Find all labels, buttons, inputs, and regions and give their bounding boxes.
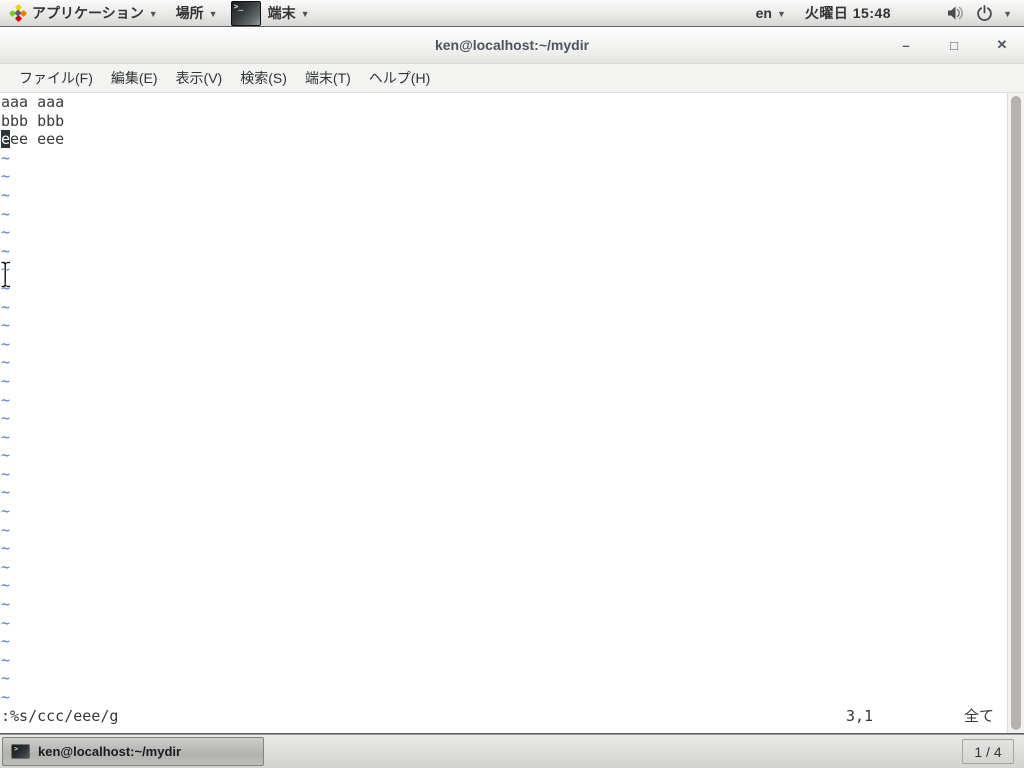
vim-tilde-line: ~: [1, 223, 11, 242]
menu-view[interactable]: 表示(V): [167, 65, 232, 91]
active-app-menu[interactable]: 端末 ▼: [227, 0, 319, 26]
minimize-button[interactable]: –: [892, 33, 920, 57]
buffer-line: aaa aaa: [1, 93, 65, 111]
vim-tilde-line: ~: [1, 353, 11, 372]
taskbar-window-label: ken@localhost:~/mydir: [38, 744, 182, 759]
terminal-menubar: ファイル(F) 編集(E) 表示(V) 検索(S) 端末(T) ヘルプ(H): [0, 64, 1024, 93]
scrollbar[interactable]: [1007, 93, 1024, 733]
menu-help[interactable]: ヘルプ(H): [360, 65, 439, 91]
volume-icon: [948, 6, 963, 20]
desktop-top-panel: アプリケーション ▼ 場所 ▼ 端末 ▼ en ▼ 火曜日 15:48 ▼: [0, 0, 1024, 27]
vim-tilde-line: ~: [1, 371, 11, 390]
chevron-down-icon: ▼: [776, 9, 786, 19]
vim-ruler: 3,1: [846, 707, 874, 726]
chevron-down-icon: ▼: [208, 9, 218, 19]
buffer-line-rest: ee eee: [10, 130, 65, 149]
vim-command-line: :%s/ccc/eee/g: [1, 707, 119, 726]
vim-tilde-line: ~: [1, 278, 11, 297]
close-button[interactable]: ✕: [988, 33, 1016, 57]
vim-tilde-line: ~: [1, 483, 11, 502]
vim-tilde-line: ~: [1, 390, 11, 409]
applications-icon: [9, 4, 27, 22]
vim-empty-lines: ~ ~ ~ ~ ~ ~ ~ ~ ~ ~ ~ ~ ~ ~ ~ ~ ~ ~ ~ ~ ~ ~ ~ ~ ~ ~ ~ ~ ~ ~: [1, 149, 1024, 707]
menu-terminal[interactable]: 端末(T): [296, 65, 360, 91]
panel-right-area: en ▼ 火曜日 15:48 ▼: [747, 0, 1024, 26]
vim-tilde-line: ~: [1, 409, 11, 428]
window-controls: – □ ✕: [892, 27, 1016, 63]
scrollbar-thumb[interactable]: [1011, 96, 1021, 730]
vim-scroll-position: 全て: [964, 707, 995, 726]
vim-block-cursor: e: [1, 130, 11, 149]
vim-tilde-line: ~: [1, 520, 11, 539]
maximize-button[interactable]: □: [940, 33, 968, 57]
vim-tilde-line: ~: [1, 595, 11, 614]
system-status-area[interactable]: ▼: [901, 4, 1024, 22]
vim-tilde-line: ~: [1, 464, 11, 483]
vim-tilde-line: ~: [1, 241, 11, 260]
places-menu[interactable]: 場所 ▼: [167, 0, 227, 26]
menu-search[interactable]: 検索(S): [231, 65, 296, 91]
vim-tilde-line: ~: [1, 502, 11, 521]
applications-menu[interactable]: アプリケーション ▼: [0, 0, 167, 26]
vim-tilde-line: ~: [1, 185, 11, 204]
menu-file[interactable]: ファイル(F): [10, 65, 102, 91]
places-menu-label: 場所: [175, 5, 204, 21]
vim-tilde-line: ~: [1, 650, 11, 669]
menu-edit[interactable]: 編集(E): [102, 65, 167, 91]
vim-tilde-line: ~: [1, 316, 11, 335]
clock[interactable]: 火曜日 15:48: [795, 3, 901, 23]
power-icon: [977, 4, 992, 21]
terminal-app-icon: [230, 0, 261, 26]
vim-tilde-line: ~: [1, 632, 11, 651]
window-title: ken@localhost:~/mydir: [434, 37, 590, 53]
vim-tilde-line: ~: [1, 688, 11, 706]
vim-tilde-line: ~: [1, 148, 11, 167]
workspace-switcher[interactable]: 1 / 4: [962, 739, 1014, 764]
chevron-down-icon: ▼: [148, 9, 158, 19]
applications-menu-label: アプリケーション: [32, 5, 144, 21]
terminal-window: ken@localhost:~/mydir – □ ✕ ファイル(F) 編集(E…: [0, 27, 1024, 734]
terminal-window-icon: [11, 744, 30, 759]
active-app-menu-label: 端末: [267, 5, 296, 21]
taskbar-window-button[interactable]: ken@localhost:~/mydir: [2, 737, 264, 766]
vim-tilde-line: ~: [1, 297, 11, 316]
vim-tilde-line: ~: [1, 260, 11, 279]
vim-tilde-line: ~: [1, 334, 11, 353]
buffer-line: bbb bbb: [1, 111, 65, 130]
chevron-down-icon: ▼: [1003, 9, 1012, 19]
vim-tilde-line: ~: [1, 613, 11, 632]
chevron-down-icon: ▼: [300, 9, 310, 19]
vim-editor-area[interactable]: aaa aaa bbb bbb eee eee ~ ~ ~ ~ ~ ~ ~ ~ ~ ~ ~ ~ ~ ~ ~ ~…: [0, 93, 1024, 733]
keyboard-layout-label: en: [755, 5, 772, 21]
vim-tilde-line: ~: [1, 446, 11, 465]
vim-tilde-line: ~: [1, 557, 11, 576]
vim-tilde-line: ~: [1, 576, 11, 595]
keyboard-layout-indicator[interactable]: en ▼: [747, 0, 795, 26]
vim-tilde-line: ~: [1, 427, 11, 446]
vim-tilde-line: ~: [1, 167, 11, 186]
buffer-line-with-cursor: eee eee: [1, 130, 1024, 149]
text-cursor-pointer: [1, 261, 10, 288]
window-list-panel: ken@localhost:~/mydir 1 / 4: [0, 734, 1024, 768]
vim-tilde-line: ~: [1, 539, 11, 558]
window-titlebar[interactable]: ken@localhost:~/mydir – □ ✕: [0, 27, 1024, 64]
vim-tilde-line: ~: [1, 204, 11, 223]
vim-tilde-line: ~: [1, 669, 11, 688]
